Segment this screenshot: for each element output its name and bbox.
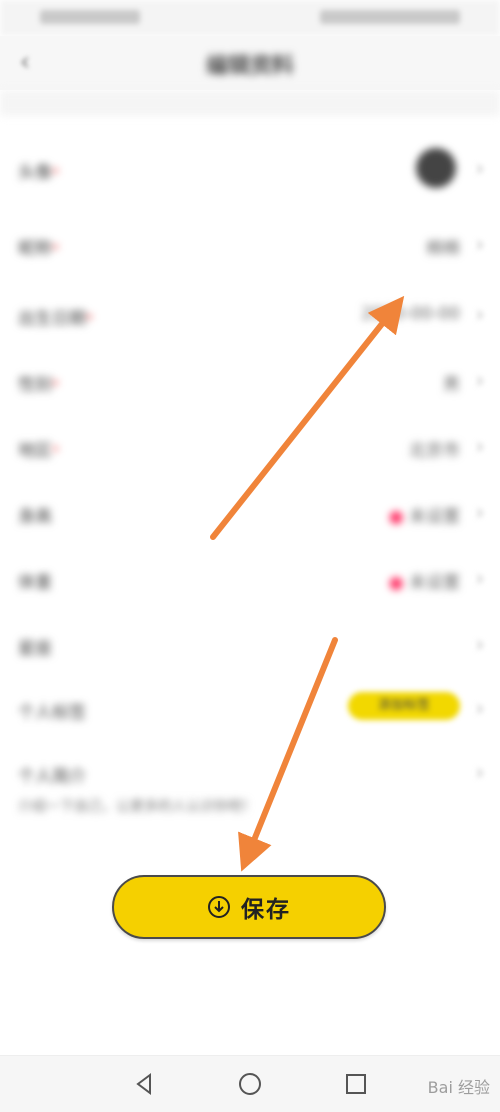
- row-label: 身高: [18, 507, 52, 527]
- row-label: 星座: [18, 639, 52, 659]
- row-value: ● 未设置: [388, 507, 460, 527]
- status-left-info: [40, 10, 140, 24]
- required-marker: *: [52, 378, 59, 394]
- chevron-right-icon: ›: [476, 232, 484, 256]
- chevron-right-icon: ›: [476, 500, 484, 524]
- download-circle-icon: [208, 896, 230, 918]
- chevron-right-icon: ›: [476, 434, 484, 458]
- avatar[interactable]: [416, 148, 456, 188]
- intro-placeholder[interactable]: 介绍一下自己，让更多的人认识你吧！: [18, 796, 256, 816]
- chevron-right-icon: ›: [476, 566, 484, 590]
- form-row[interactable]: 个人简介介绍一下自己，让更多的人认识你吧！ ›: [0, 742, 500, 815]
- chevron-right-icon: ›: [476, 632, 484, 656]
- unread-dot: ●: [388, 507, 409, 527]
- row-label: 个人简介: [18, 767, 86, 787]
- required-marker: *: [52, 166, 59, 182]
- row-label: 体重: [18, 573, 52, 593]
- form-row[interactable]: 个人标签 添加标签 ›: [0, 678, 500, 742]
- circle-home-icon[interactable]: [236, 1070, 264, 1098]
- required-marker: *: [86, 312, 93, 328]
- required-marker: *: [52, 444, 59, 460]
- form-row[interactable]: 身高 ● 未设置 ›: [0, 482, 500, 546]
- required-marker: *: [52, 242, 59, 258]
- row-value: 北京市: [409, 441, 460, 461]
- header: ‹ 编辑资料: [0, 36, 500, 90]
- save-label: 保存: [241, 897, 291, 923]
- section-divider: [0, 90, 500, 116]
- row-value: 棉棉: [426, 239, 460, 259]
- row-label: 个人标签: [18, 703, 86, 723]
- page-title: 编辑资料: [205, 54, 294, 79]
- form-row[interactable]: 头像* ›: [0, 138, 500, 202]
- save-button[interactable]: 保存: [112, 875, 386, 939]
- form-row[interactable]: 星座 ›: [0, 614, 500, 678]
- row-label: 出生日期*: [18, 309, 93, 329]
- row-value: 男: [443, 375, 460, 395]
- chevron-right-icon: ›: [476, 156, 484, 180]
- watermark: Bai 经验: [427, 1078, 490, 1097]
- row-label: 头像*: [18, 163, 59, 183]
- chevron-right-icon: ›: [476, 302, 484, 326]
- unread-dot: ●: [388, 573, 409, 593]
- system-nav-bar: Bai 经验: [0, 1055, 500, 1112]
- status-right-info: [320, 10, 460, 24]
- row-value: ● 未设置: [388, 573, 460, 593]
- chevron-right-icon: ›: [476, 696, 484, 720]
- form-row[interactable]: 性别* 男 ›: [0, 350, 500, 414]
- chevron-right-icon: ›: [476, 368, 484, 392]
- row-label: 昵称*: [18, 239, 59, 259]
- row-label: 性别*: [18, 375, 59, 395]
- form-row[interactable]: 地区* 北京市 ›: [0, 416, 500, 480]
- chevron-right-icon: ›: [476, 760, 484, 784]
- form-row[interactable]: 体重 ● 未设置 ›: [0, 548, 500, 612]
- row-label: 地区*: [18, 441, 59, 461]
- status-bar: [0, 0, 500, 36]
- triangle-back-icon[interactable]: [130, 1070, 158, 1098]
- form-row[interactable]: 出生日期* 2000-00-00 ›: [0, 284, 500, 348]
- form-row[interactable]: 昵称* 棉棉 ›: [0, 214, 500, 278]
- row-value: 2000-00-00: [361, 304, 460, 324]
- tag-pill[interactable]: 添加标签: [348, 692, 460, 720]
- square-recents-icon[interactable]: [342, 1070, 370, 1098]
